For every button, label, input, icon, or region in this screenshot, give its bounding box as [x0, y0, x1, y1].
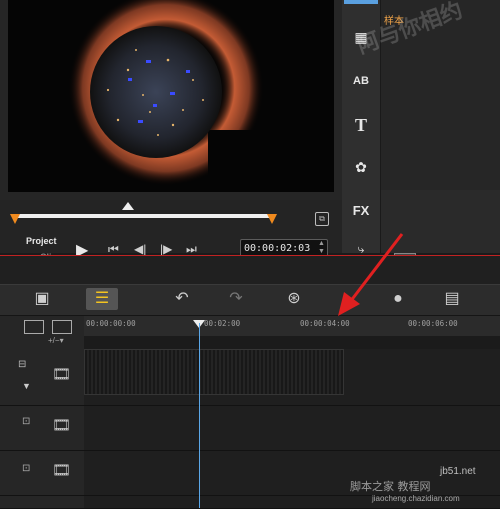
record-capture-icon[interactable]: ⊛ [278, 288, 310, 310]
zoom-control-icon[interactable]: +/−▾ [48, 336, 64, 345]
video-track-icon: 🎞 [52, 366, 72, 383]
panel-separator [0, 256, 500, 284]
overlay-track-2-header: ⊡ 🎞 [0, 451, 84, 496]
redo-icon[interactable]: ↷ [220, 288, 252, 310]
overlay-track-icon: 🎞 [52, 417, 72, 434]
previous-frame-button[interactable]: ◀| [134, 242, 146, 256]
preview-screen [8, 0, 334, 192]
watermark-bottom-text: 脚本之家 教程网 [350, 480, 431, 493]
timeline-ruler[interactable]: 00:00:00:00 00:02:00 00:00:04:00 00:00:0… [84, 316, 500, 336]
title-track-header [0, 496, 84, 509]
video-track-header: ⊟ ▼ 🎞 [0, 349, 84, 406]
overlay-track-2-icon: 🎞 [52, 462, 72, 479]
overlay-track[interactable] [84, 406, 500, 451]
video-track-visibility-icon[interactable]: ⊟ [18, 359, 26, 370]
title-icon[interactable]: T [348, 114, 374, 136]
ruler-tick-label: 00:00:04:00 [300, 319, 350, 328]
trim-start-marker[interactable] [10, 214, 20, 224]
filter-fx-icon[interactable]: FX [348, 200, 374, 222]
active-tab-indicator [344, 0, 378, 4]
nebula-image [68, 0, 334, 192]
project-mode-label[interactable]: Project [26, 236, 57, 246]
overlay-track-header: ⊡ 🎞 [0, 406, 84, 451]
ruler-tick-label: 00:00:06:00 [408, 319, 458, 328]
watermark-site: jb51.net [440, 466, 476, 477]
ruler-tick-label: 00:00:00:00 [86, 319, 136, 328]
scrub-position-marker[interactable] [122, 202, 134, 210]
timecode-stepper[interactable]: ▲ ▼ [318, 240, 325, 256]
subtitle-editor-icon[interactable]: ▤ [436, 288, 468, 310]
ruler-tick-label: 00:02:00 [204, 319, 241, 328]
overlay-track-2-lock-icon[interactable]: ⊡ [22, 463, 30, 474]
timeline-clip[interactable] [84, 349, 344, 395]
expand-track-icon[interactable]: ▼ [22, 381, 31, 391]
next-frame-button[interactable]: |▶ [160, 242, 172, 256]
watermark-url: jiaocheng.chazidian.com [372, 494, 460, 503]
graphics-icon[interactable]: ✿ [348, 156, 374, 178]
enlarge-preview-icon[interactable]: ⧉ [315, 212, 329, 226]
track-manager-icon[interactable] [24, 320, 44, 334]
overlay-track-2[interactable] [84, 451, 500, 496]
timeline-view-icon[interactable]: ☰ [86, 288, 118, 310]
playhead-line [199, 323, 200, 508]
transition-icon[interactable]: AB [348, 70, 374, 92]
overlay-track-lock-icon[interactable]: ⊡ [22, 416, 30, 427]
scrubber-bar[interactable] [12, 214, 274, 218]
annotation-arrow [338, 233, 404, 316]
trim-end-marker[interactable] [267, 214, 277, 224]
undo-icon[interactable]: ↶ [166, 288, 198, 310]
storyboard-view-icon[interactable]: ▣ [26, 288, 58, 310]
add-remove-chapter-icon[interactable] [52, 320, 72, 334]
